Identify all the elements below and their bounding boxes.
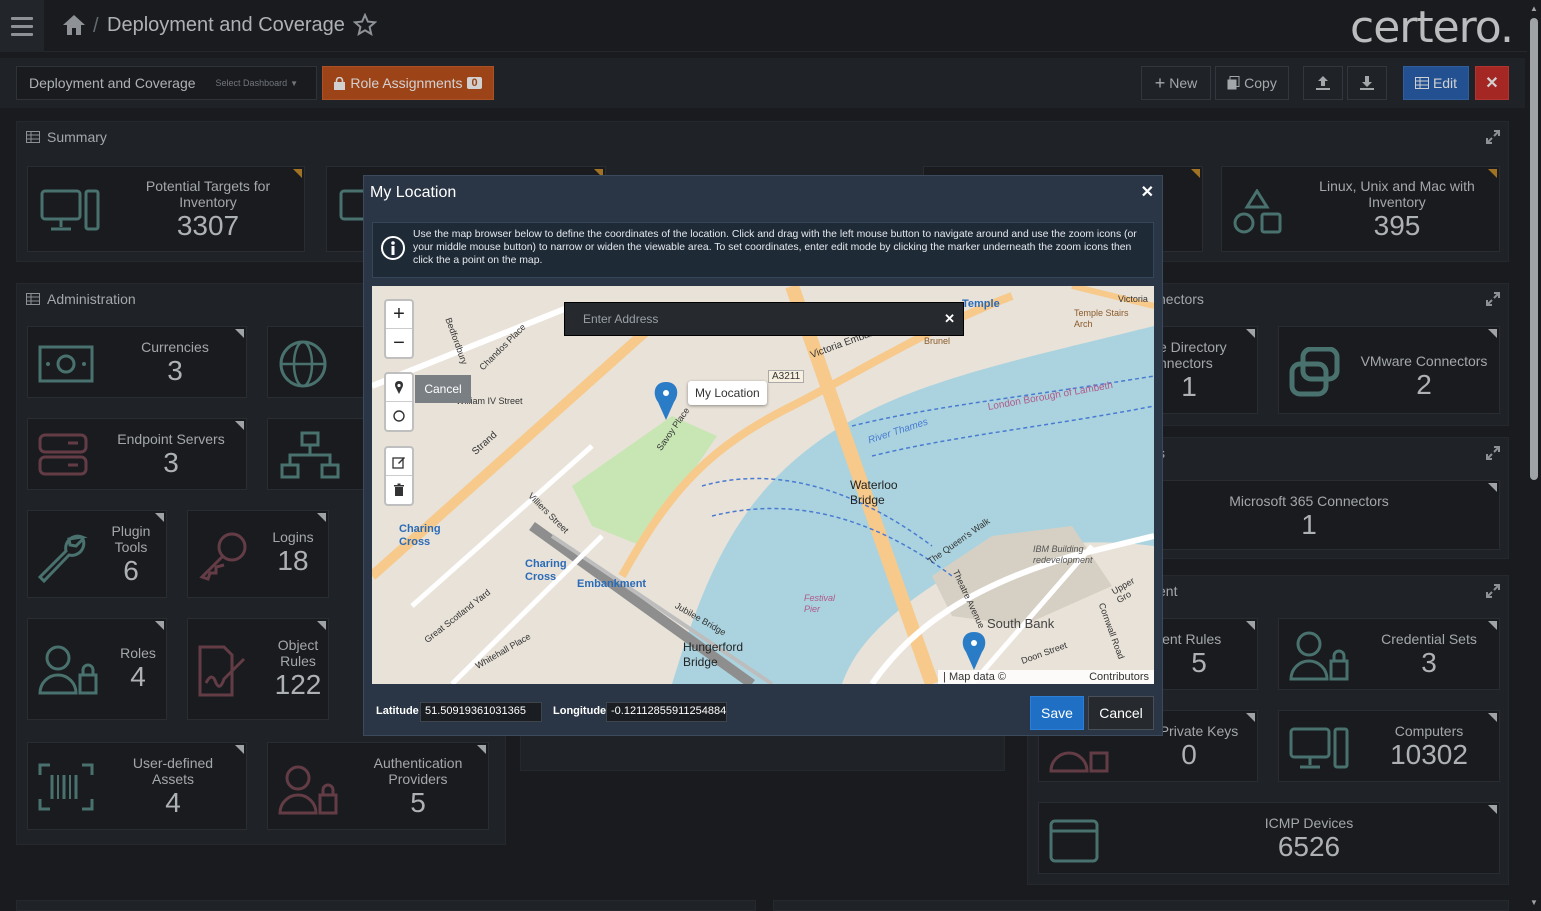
- save-button[interactable]: Save: [1030, 696, 1084, 730]
- zoom-out-button[interactable]: −: [386, 329, 412, 357]
- info-panel: Use the map browser below to define the …: [372, 222, 1154, 278]
- modal-title: My Location: [370, 184, 457, 201]
- circle-tool-button[interactable]: [386, 402, 412, 430]
- map-view[interactable]: Waterloo Bridge Hungerford Bridge South …: [372, 286, 1154, 684]
- map-label: Brunel: [924, 336, 951, 346]
- cancel-draw-button[interactable]: Cancel: [415, 375, 471, 403]
- circle-icon: [393, 410, 405, 422]
- longitude-input[interactable]: -0.12112855911254884: [606, 702, 727, 722]
- cancel-button[interactable]: Cancel: [1088, 696, 1154, 730]
- map-label: A3211: [768, 370, 805, 383]
- clear-address-icon[interactable]: ✕: [944, 311, 955, 327]
- delete-layers-button[interactable]: [386, 476, 412, 504]
- map-label: Festival Pier: [804, 593, 836, 614]
- longitude-label: Longitude: [553, 705, 607, 717]
- map-attribution: | Map data © Contributors: [938, 670, 1154, 684]
- address-input[interactable]: Enter Address: [583, 312, 658, 326]
- edit-layers-button[interactable]: [386, 448, 412, 476]
- map-draw-controls: [384, 372, 414, 432]
- map-marker-icon: [395, 380, 403, 394]
- map-edit-controls: [384, 446, 414, 506]
- map-label: Hungerford Bridge: [683, 640, 744, 669]
- info-text: Use the map browser below to define the …: [413, 229, 1137, 266]
- attribution-link[interactable]: Contributors: [1089, 671, 1149, 683]
- latitude-label: Latitude: [376, 705, 419, 717]
- latitude-input[interactable]: 51.50919361031365: [420, 702, 542, 722]
- info-icon: [381, 236, 405, 260]
- map-label: South Bank: [987, 616, 1055, 631]
- close-icon[interactable]: ✕: [1141, 182, 1154, 202]
- my-location-modal: My Location ✕ Use the map browser below …: [363, 175, 1163, 736]
- map-label: Waterloo Bridge: [850, 478, 898, 507]
- map-zoom-controls: + −: [384, 299, 414, 359]
- map-label: Victoria: [1118, 294, 1148, 304]
- map-label: Charing Cross: [525, 558, 567, 583]
- map-label: Temple Stairs Arch: [1074, 308, 1129, 329]
- attribution-text: | Map data ©: [943, 671, 1007, 683]
- edit-icon: [392, 456, 405, 469]
- marker-tool-button[interactable]: [386, 374, 412, 402]
- zoom-in-button[interactable]: +: [386, 301, 412, 329]
- map-label: Charing Cross: [399, 523, 441, 548]
- address-search[interactable]: Enter Address ✕: [564, 302, 964, 336]
- map-label: IBM Building redevelopment: [1033, 544, 1093, 565]
- map-label: Temple: [962, 298, 1000, 310]
- trash-icon: [394, 483, 404, 496]
- marker-tooltip: My Location: [688, 381, 767, 405]
- map-label: Embankment: [577, 578, 647, 590]
